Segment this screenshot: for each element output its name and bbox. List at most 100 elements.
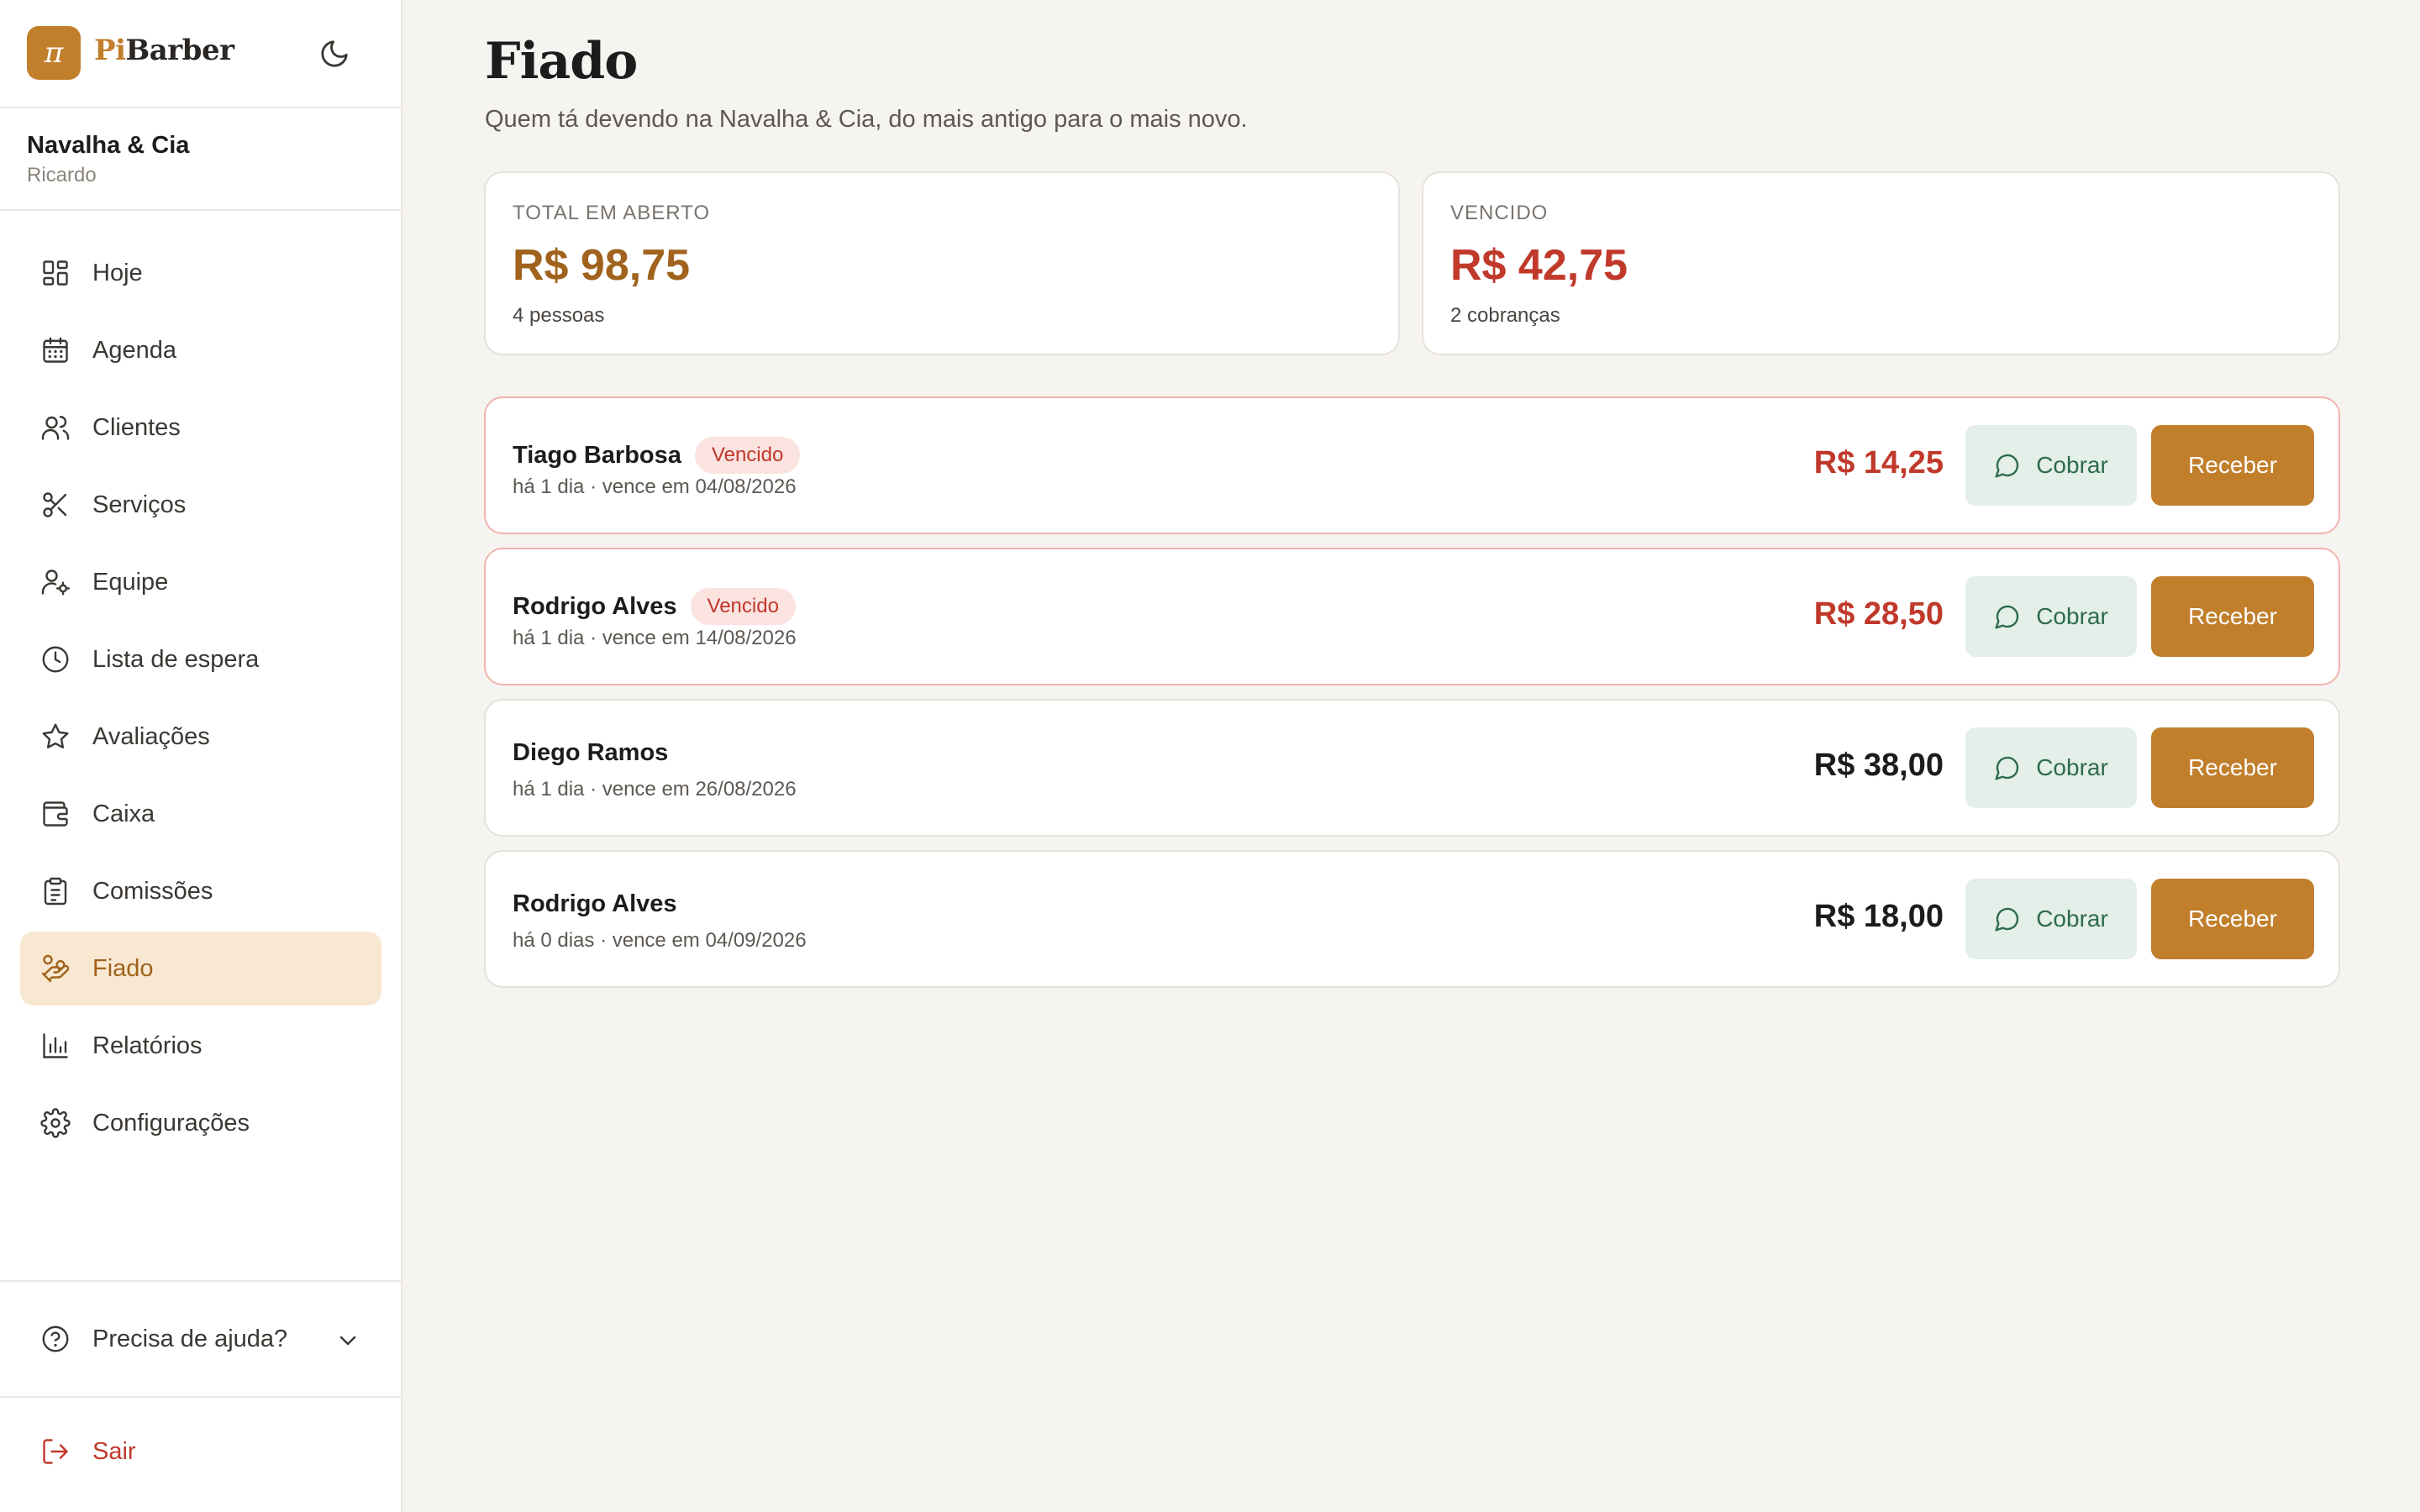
- debt-meta: há 1 dia · vence em 14/08/2026: [513, 627, 797, 649]
- brand-name[interactable]: PiBarber: [94, 34, 234, 67]
- status-badge: Vencido: [690, 588, 796, 625]
- brand-logo[interactable]: π: [27, 26, 81, 80]
- debtor-name: Tiago Barbosa: [513, 441, 681, 469]
- user-cog-icon: [41, 570, 70, 596]
- help-label: Precisa de ajuda?: [92, 1325, 288, 1352]
- sidebar-item-label: Configurações: [92, 1109, 250, 1137]
- logout-button[interactable]: Sair: [40, 1436, 136, 1467]
- sidebar-item-configuracoes[interactable]: Configurações: [20, 1086, 381, 1160]
- debt-amount: R$ 28,50: [1813, 596, 1944, 632]
- stat-card-total: TOTAL EM ABERTO R$ 98,75 4 pessoas: [484, 171, 1400, 355]
- cobrar-button[interactable]: Cobrar: [1965, 425, 2137, 506]
- sidebar-item-fiado[interactable]: Fiado: [20, 932, 381, 1005]
- sidebar-item-agenda[interactable]: Agenda: [20, 313, 381, 387]
- debt-name: Tiago Barbosa Vencido: [513, 437, 801, 474]
- debt-name: Diego Ramos: [513, 739, 668, 767]
- sidebar-item-label: Comissões: [92, 877, 213, 905]
- sidebar-item-label: Serviços: [92, 491, 187, 518]
- debt-row: Rodrigo Alves Vencido há 1 dia · vence em…: [484, 548, 2340, 685]
- message-circle-icon: [1995, 454, 2019, 478]
- stat-card-overdue: VENCIDO R$ 42,75 2 cobranças: [1422, 171, 2340, 355]
- logout-icon: [43, 1439, 68, 1464]
- calendar-icon: [43, 337, 68, 363]
- shop-info: Navalha & Cia Ricardo: [0, 110, 401, 211]
- chevron-down-icon: [339, 1336, 356, 1346]
- cobrar-label: Cobrar: [2036, 754, 2108, 780]
- hand-coins-icon: [41, 954, 70, 983]
- debt-row: Diego Ramos há 1 dia · vence em 26/08/20…: [484, 699, 2340, 837]
- scissors-icon: [43, 492, 67, 517]
- users-icon: [41, 416, 70, 440]
- moon-icon: [321, 40, 348, 67]
- debt-name: Rodrigo Alves: [513, 890, 677, 918]
- logout-label: Sair: [92, 1437, 136, 1465]
- help-toggle[interactable]: Precisa de ajuda?: [0, 1280, 401, 1398]
- grid-icon: [43, 260, 68, 286]
- debt-row: Rodrigo Alves há 0 dias · vence em 04/09…: [484, 850, 2340, 988]
- debt-amount: R$ 38,00: [1813, 748, 1944, 783]
- shop-user: Ricardo: [27, 164, 97, 186]
- brand-name-suffix: Barber: [125, 34, 234, 67]
- debt-name: Rodrigo Alves Vencido: [513, 588, 796, 625]
- sidebar-item-servicos[interactable]: Serviços: [20, 468, 381, 542]
- cobrar-button[interactable]: Cobrar: [1965, 727, 2137, 808]
- status-badge: Vencido: [694, 437, 801, 474]
- sidebar-item-label: Clientes: [92, 413, 181, 441]
- debt-amount: R$ 14,25: [1813, 445, 1944, 480]
- sidebar-item-label: Hoje: [92, 259, 143, 286]
- message-circle-icon: [1995, 907, 2019, 932]
- sidebar-item-lista-de-espera[interactable]: Lista de espera: [20, 622, 381, 696]
- stat-value: R$ 42,75: [1450, 241, 1628, 290]
- help-circle-icon: [42, 1326, 69, 1352]
- debt-row: Tiago Barbosa Vencido há 1 dia · vence em…: [484, 396, 2340, 534]
- debtor-name: Diego Ramos: [513, 739, 669, 766]
- debt-meta: há 1 dia · vence em 04/08/2026: [513, 475, 797, 498]
- debtor-name: Rodrigo Alves: [513, 890, 677, 917]
- message-circle-icon: [1995, 605, 2019, 629]
- page-title: Fiado: [485, 32, 638, 91]
- brand-name-prefix: Pi: [94, 34, 126, 67]
- sidebar-item-clientes[interactable]: Clientes: [20, 391, 381, 465]
- stat-label: TOTAL EM ABERTO: [513, 202, 711, 224]
- cobrar-label: Cobrar: [2036, 906, 2108, 932]
- stat-sub: 2 cobranças: [1450, 304, 1560, 327]
- stat-sub: 4 pessoas: [513, 304, 605, 327]
- sidebar-item-avaliacoes[interactable]: Avaliações: [20, 700, 381, 774]
- cobrar-button[interactable]: Cobrar: [1965, 576, 2137, 657]
- gear-icon: [40, 1108, 71, 1138]
- stat-label: VENCIDO: [1450, 202, 1549, 224]
- bar-chart-icon: [43, 1033, 68, 1058]
- message-circle-icon: [1995, 756, 2019, 780]
- sidebar: π PiBarber Navalha & Cia Ricardo Hoje Ag…: [0, 0, 402, 1512]
- wallet-icon: [43, 801, 68, 827]
- cobrar-label: Cobrar: [2036, 452, 2108, 478]
- sidebar-item-label: Equipe: [92, 568, 169, 596]
- debt-meta: há 0 dias · vence em 04/09/2026: [513, 929, 807, 952]
- debtor-name: Rodrigo Alves: [513, 592, 677, 620]
- cobrar-label: Cobrar: [2036, 603, 2108, 629]
- receber-button[interactable]: Receber: [2151, 425, 2314, 506]
- theme-toggle-button[interactable]: [318, 37, 351, 71]
- debt-meta: há 1 dia · vence em 26/08/2026: [513, 778, 797, 801]
- sidebar-nav: Hoje Agenda Clientes Serviços Equipe Lis…: [20, 236, 381, 1163]
- sidebar-item-hoje[interactable]: Hoje: [20, 236, 381, 310]
- sidebar-item-label: Relatórios: [92, 1032, 203, 1059]
- page-subtitle: Quem tá devendo na Navalha & Cia, do mai…: [485, 106, 1248, 133]
- star-icon: [42, 723, 69, 748]
- cobrar-button[interactable]: Cobrar: [1965, 879, 2137, 959]
- brand-header: π PiBarber: [0, 0, 401, 108]
- sidebar-item-equipe[interactable]: Equipe: [20, 545, 381, 619]
- sidebar-item-label: Fiado: [92, 954, 154, 982]
- stat-value: R$ 98,75: [513, 241, 691, 290]
- receber-button[interactable]: Receber: [2151, 879, 2314, 959]
- clipboard-icon: [44, 877, 67, 906]
- sidebar-item-label: Lista de espera: [92, 645, 260, 673]
- debt-amount: R$ 18,00: [1813, 899, 1944, 934]
- shop-name: Navalha & Cia: [27, 132, 190, 159]
- sidebar-item-caixa[interactable]: Caixa: [20, 777, 381, 851]
- receber-button[interactable]: Receber: [2151, 576, 2314, 657]
- sidebar-item-label: Caixa: [92, 800, 155, 827]
- sidebar-item-relatorios[interactable]: Relatórios: [20, 1009, 381, 1083]
- receber-button[interactable]: Receber: [2151, 727, 2314, 808]
- sidebar-item-comissoes[interactable]: Comissões: [20, 854, 381, 928]
